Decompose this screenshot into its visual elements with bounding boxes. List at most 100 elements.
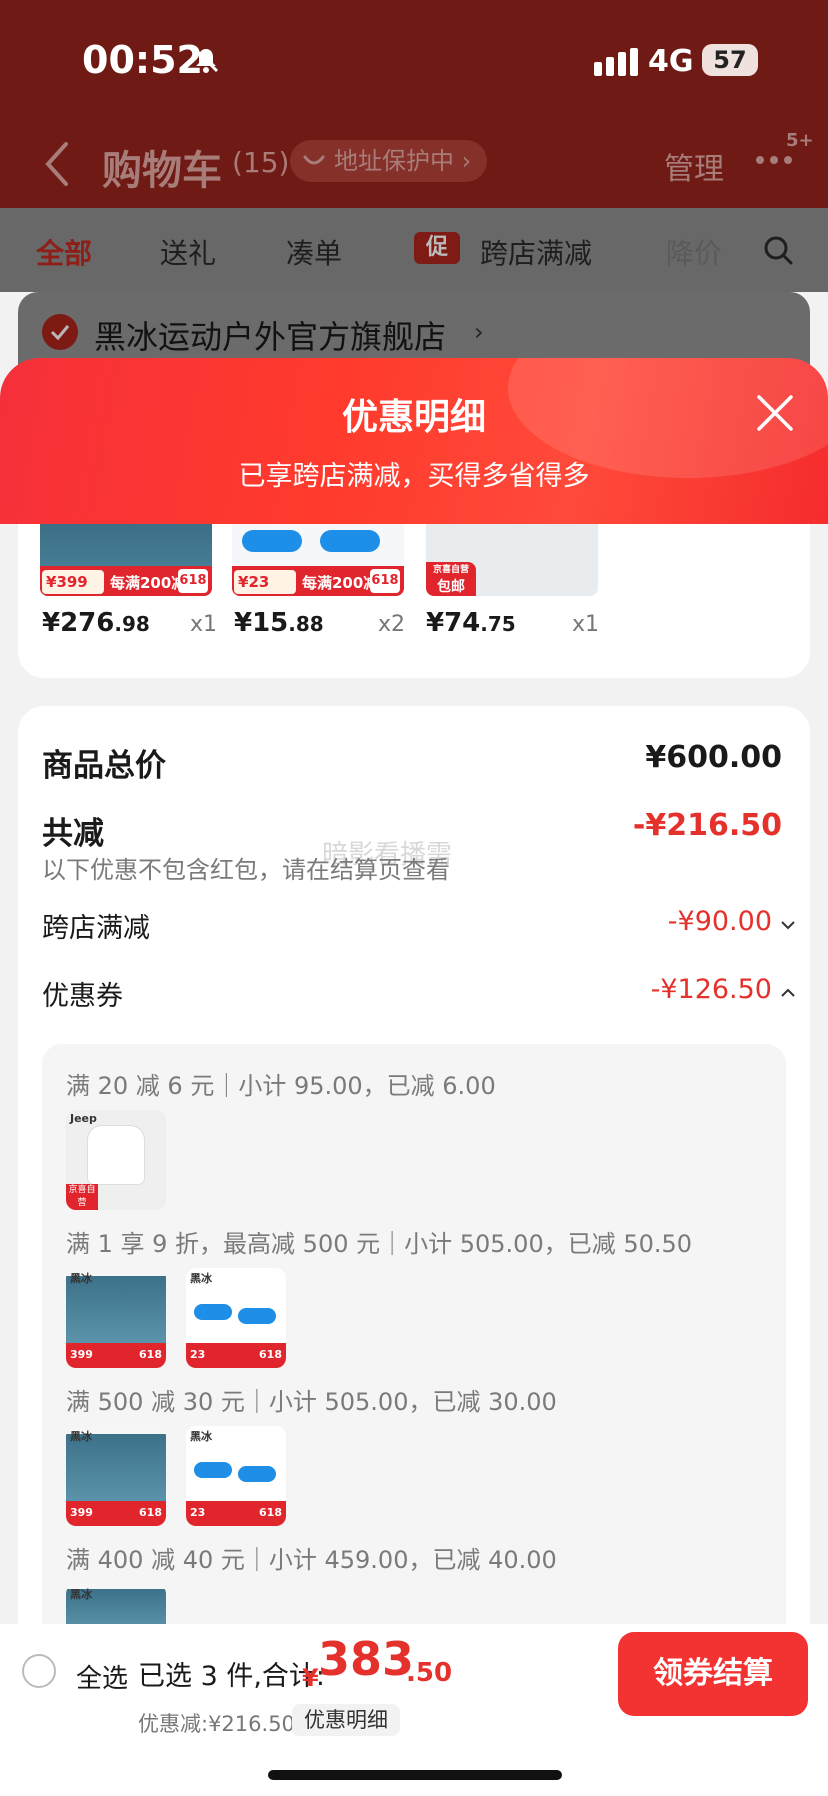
manage-button[interactable]: 管理 bbox=[664, 144, 724, 188]
coupon-item-thumb-jacket: 黑冰 399 618 bbox=[66, 1426, 166, 1526]
checkout-button[interactable]: 领券结算 bbox=[618, 1632, 808, 1716]
item-qty: x1 bbox=[190, 612, 218, 637]
promo-tag: 促 bbox=[414, 232, 460, 264]
coupon-line: 满 20 减 6 元｜小计 95.00，已减 6.00 bbox=[66, 1072, 496, 1100]
back-arrow-icon[interactable] bbox=[42, 140, 70, 188]
page-title: 购物车 bbox=[102, 148, 222, 194]
store-name: 黑冰运动户外官方旗舰店 bbox=[94, 318, 447, 356]
thumb-618: 618 bbox=[259, 1348, 282, 1361]
coupon-line: 满 1 享 9 折，最高减 500 元｜小计 505.00，已减 50.50 bbox=[66, 1230, 693, 1258]
cross-store-label[interactable]: 跨店满减 bbox=[42, 906, 150, 945]
item-thumb-jacket[interactable]: ¥399 每满200减30 618 bbox=[40, 524, 212, 596]
thumb-price: 23 bbox=[190, 1506, 206, 1519]
chevron-right-icon: › bbox=[461, 147, 472, 175]
item-thumb-socks[interactable]: ¥23 每满200减30 618 bbox=[232, 524, 404, 596]
tab-price-drop[interactable]: 降价 bbox=[666, 232, 722, 272]
jd-tag-label: 京喜自营 bbox=[68, 1185, 96, 1208]
coupon-line: 满 400 减 40 元｜小计 459.00，已减 40.00 bbox=[66, 1546, 557, 1574]
jd-tag-sub: 包邮 bbox=[437, 579, 465, 595]
total-currency: ¥ bbox=[302, 1664, 319, 1692]
thumb-618: 618 bbox=[139, 1506, 162, 1519]
tab-cross-store[interactable]: 跨店满减 bbox=[480, 232, 592, 272]
network-type: 4G bbox=[648, 44, 694, 79]
coupon-item-thumb-shirt: Jeep 京喜自营包邮 bbox=[66, 1110, 166, 1210]
event-618-tag: 618 bbox=[178, 569, 208, 593]
cart-count: (15) bbox=[232, 146, 290, 179]
price-summary-card: 商品总价 ¥600.00 共减 -¥216.50 暗影看播需 以下优惠不包含红包… bbox=[18, 706, 810, 1644]
total-amount-int: 383 bbox=[318, 1632, 415, 1686]
address-status-label: 地址保护中 bbox=[334, 147, 454, 175]
jeep-logo: Jeep bbox=[70, 1112, 97, 1125]
total-reduce-value: -¥216.50 bbox=[632, 808, 782, 843]
promo-strip: ¥23 每满200减30 618 bbox=[232, 566, 404, 596]
jd-tag-label: 京喜自营 bbox=[432, 565, 469, 575]
discount-detail-button[interactable]: 优惠明细 bbox=[292, 1704, 400, 1736]
filter-tabs: 全部 送礼 凑单 促 跨店满减 降价 bbox=[0, 208, 828, 292]
selected-items-card: ¥399 每满200减30 618 ¥23 每满200减30 618 京喜自营 … bbox=[18, 524, 810, 678]
sock-image bbox=[242, 530, 302, 552]
close-icon[interactable] bbox=[756, 394, 794, 432]
total-amount-dec: .50 bbox=[406, 1658, 453, 1688]
coupon-item-thumb-socks: 黑冰 23 618 bbox=[186, 1426, 286, 1526]
coupon-label[interactable]: 优惠券 bbox=[42, 974, 123, 1013]
item-qty: x1 bbox=[572, 612, 600, 637]
battery-indicator: 57 bbox=[702, 44, 758, 76]
brand-logo: 黑冰 bbox=[190, 1430, 212, 1443]
discount-note: 以下优惠不包含红包，请在结算页查看 bbox=[42, 856, 450, 884]
selected-summary: 已选 3 件,合计: bbox=[138, 1661, 326, 1692]
thumb-price: 23 bbox=[190, 1348, 206, 1361]
search-icon[interactable] bbox=[762, 234, 794, 266]
sock-image bbox=[320, 530, 380, 552]
thumb-price: 399 bbox=[70, 1506, 93, 1519]
brand-logo: 黑冰 bbox=[70, 1588, 92, 1601]
address-protection-pill[interactable]: 地址保护中 › bbox=[290, 140, 488, 182]
total-price-label: 商品总价 bbox=[42, 748, 166, 784]
sock-image bbox=[238, 1466, 276, 1482]
message-badge: 5+ bbox=[786, 130, 814, 151]
status-time: 00:52 bbox=[82, 38, 203, 82]
checkout-bar: 全选 已选 3 件,合计: ¥ 383 .50 优惠减:¥216.50 优惠明细… bbox=[0, 1624, 828, 1796]
sock-image bbox=[194, 1462, 232, 1478]
item-qty: x2 bbox=[378, 612, 406, 637]
sock-image bbox=[238, 1308, 276, 1324]
smile-icon bbox=[303, 155, 325, 165]
total-price-value: ¥600.00 bbox=[645, 740, 782, 775]
tag-price: ¥23 bbox=[234, 570, 296, 594]
item-price: ¥276.98 bbox=[42, 608, 150, 638]
brand-logo: 黑冰 bbox=[70, 1272, 92, 1285]
signal-icon bbox=[594, 48, 638, 76]
promo-strip: ¥399 每满200减30 618 bbox=[40, 566, 212, 596]
brand-logo: 黑冰 bbox=[190, 1272, 212, 1285]
select-all-checkbox[interactable] bbox=[22, 1654, 56, 1688]
mute-bell-icon bbox=[193, 47, 219, 73]
home-indicator bbox=[268, 1770, 562, 1780]
status-bar: 00:52 4G 57 bbox=[0, 0, 828, 120]
chevron-down-icon[interactable] bbox=[780, 920, 796, 930]
tab-bundle[interactable]: 凑单 bbox=[286, 232, 342, 272]
sheet-subtitle: 已享跨店满减，买得多省得多 bbox=[238, 461, 590, 492]
chevron-up-icon[interactable] bbox=[780, 988, 796, 998]
discount-sheet-body: ¥399 每满200减30 618 ¥23 每满200减30 618 京喜自营 … bbox=[0, 524, 828, 1644]
thumb-618: 618 bbox=[259, 1506, 282, 1519]
tab-all[interactable]: 全部 bbox=[36, 232, 92, 272]
brand-logo: 黑冰 bbox=[70, 1430, 92, 1443]
item-price: ¥74.75 bbox=[426, 608, 516, 638]
item-price: ¥15.88 bbox=[234, 608, 324, 638]
cart-nav-bar: 购物车 (15) 地址保护中 › 管理 5+ bbox=[0, 120, 828, 208]
sheet-title: 优惠明细 bbox=[341, 397, 486, 438]
chevron-right-icon: › bbox=[474, 318, 484, 346]
select-all-label[interactable]: 全选 bbox=[76, 1658, 128, 1695]
store-checkbox[interactable] bbox=[42, 314, 78, 350]
coupon-value[interactable]: -¥126.50 bbox=[651, 974, 772, 1005]
thumb-618: 618 bbox=[139, 1348, 162, 1361]
cross-store-value[interactable]: -¥90.00 bbox=[668, 906, 772, 937]
tab-gift[interactable]: 送礼 bbox=[160, 232, 216, 272]
discount-summary: 优惠减:¥216.50 bbox=[138, 1712, 295, 1736]
total-reduce-label: 共减 bbox=[42, 816, 104, 852]
jd-tag: 京喜自营包邮 bbox=[66, 1184, 98, 1210]
coupon-line: 满 500 减 30 元｜小计 505.00，已减 30.00 bbox=[66, 1388, 557, 1416]
item-thumb-shirt[interactable]: 京喜自营 包邮 bbox=[426, 524, 598, 596]
more-dots-icon[interactable] bbox=[754, 154, 794, 166]
shirt-image bbox=[88, 1126, 144, 1184]
sock-image bbox=[194, 1304, 232, 1320]
